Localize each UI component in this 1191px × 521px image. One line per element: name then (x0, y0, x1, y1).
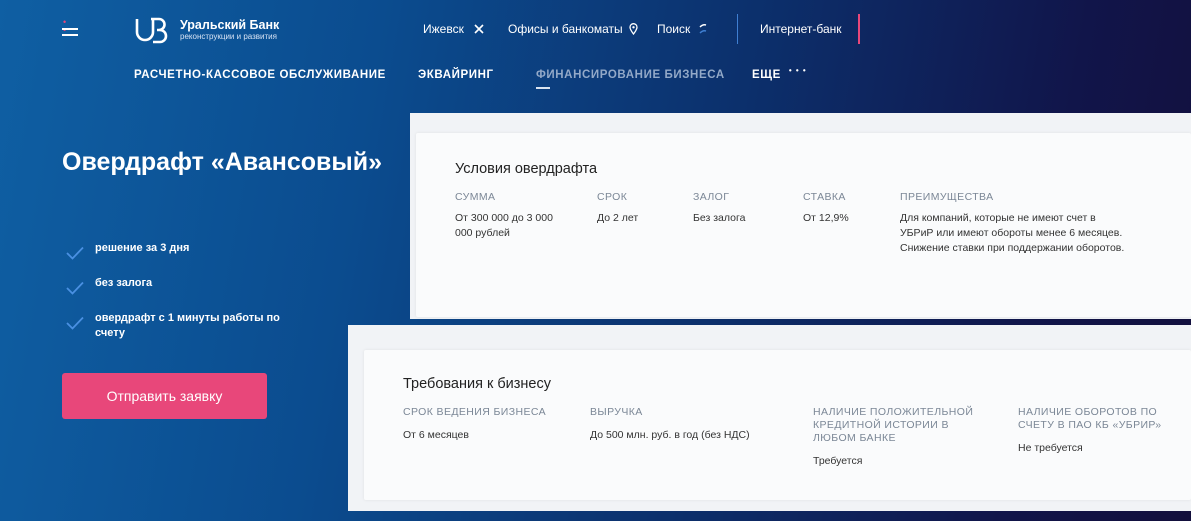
logo-subtitle: реконструкции и развития (180, 32, 277, 41)
features-list: решение за 3 дня без залога овердрафт с … (66, 241, 296, 357)
condition-head-term: СРОК (597, 191, 628, 203)
requirement-head-turnover: НАЛИЧИЕ ОБОРОТОВ ПО СЧЕТУ В ПАО КБ «УБРИ… (1018, 406, 1162, 431)
condition-head-advantages: ПРЕИМУЩЕСТВА (900, 191, 994, 203)
conditions-title: Условия овердрафта (455, 161, 598, 177)
menu-bar-icon (62, 28, 78, 30)
menu-button[interactable]: • • (62, 18, 78, 38)
condition-value-advantages: Для компаний, которые не имеют счет в УБ… (900, 212, 1125, 254)
offices-label: Офисы и банкоматы (508, 22, 623, 36)
feature-text: без залога (95, 277, 153, 289)
nav-active-indicator (536, 87, 550, 89)
feature-text: овердрафт с 1 минуты работы по счету (95, 312, 280, 339)
logo[interactable]: Уральский Банк реконструкции и развития (134, 16, 279, 44)
condition-head-rate: СТАВКА (803, 191, 846, 203)
conditions-card: Условия овердрафта СУММА От 300 000 до 3… (416, 133, 1191, 317)
requirement-head-revenue: ВЫРУЧКА (590, 406, 643, 418)
location-pin-icon (629, 23, 638, 35)
nav-item-business-financing[interactable]: ФИНАНСИРОВАНИЕ БИЗНЕСА (536, 69, 725, 81)
page-title: Овердрафт «Авансовый» (62, 148, 382, 176)
requirement-value-credit-history: Требуется (813, 455, 863, 467)
condition-value-rate: От 12,9% (803, 212, 849, 224)
requirement-head-credit-history: НАЛИЧИЕ ПОЛОЖИТЕЛЬНОЙ КРЕДИТНОЙ ИСТОРИИ … (813, 406, 974, 444)
requirement-head-business-age: СРОК ВЕДЕНИЯ БИЗНЕСА (403, 406, 547, 418)
close-icon (474, 24, 484, 34)
city-label: Ижевск (423, 22, 464, 36)
nav-item-acquiring[interactable]: ЭКВАЙРИНГ (418, 69, 494, 81)
city-selector[interactable]: Ижевск (423, 22, 484, 36)
feature-item: решение за 3 дня (66, 241, 296, 260)
offices-link[interactable]: Офисы и банкоматы (508, 22, 638, 36)
nav-item-more[interactable]: ЕЩЕ • • • (752, 66, 807, 81)
logo-title: Уральский Банк (180, 18, 280, 32)
search-link[interactable]: Поиск (657, 22, 708, 36)
nav-item-more-label: ЕЩЕ (752, 69, 781, 81)
internet-bank-link[interactable]: Интернет-банк (760, 22, 842, 36)
condition-value-sum: От 300 000 до 3 000 000 рублей (455, 212, 553, 239)
search-label: Поиск (657, 22, 691, 36)
menu-bar-icon (62, 34, 78, 36)
requirement-value-business-age: От 6 месяцев (403, 429, 469, 441)
submit-application-button[interactable]: Отправить заявку (62, 373, 267, 419)
feature-item: овердрафт с 1 минуты работы по счету (66, 311, 296, 341)
feature-item: без залога (66, 276, 296, 295)
checkmark-icon (66, 246, 84, 260)
condition-value-collateral: Без залога (693, 212, 746, 224)
condition-head-collateral: ЗАЛОГ (693, 191, 730, 203)
requirement-value-turnover: Не требуется (1018, 442, 1083, 454)
more-dots-icon: • • • (788, 66, 807, 75)
checkmark-icon (66, 316, 84, 330)
requirement-value-revenue: До 500 млн. руб. в год (без НДС) (590, 429, 750, 441)
condition-head-sum: СУММА (455, 191, 496, 203)
header-divider (737, 14, 738, 44)
feature-text: решение за 3 дня (95, 242, 190, 254)
internet-bank-accent (858, 14, 860, 44)
condition-value-term: До 2 лет (597, 212, 639, 224)
nav-item-rko[interactable]: РАСЧЕТНО-КАССОВОЕ ОБСЛУЖИВАНИЕ (134, 69, 386, 81)
ubrr-logo-icon (135, 17, 168, 44)
checkmark-icon (66, 281, 84, 295)
menu-indicator-icon: • • (63, 17, 71, 35)
search-icon (699, 24, 707, 34)
requirements-title: Требования к бизнесу (403, 376, 551, 392)
requirements-card: Требования к бизнесу СРОК ВЕДЕНИЯ БИЗНЕС… (364, 350, 1191, 500)
